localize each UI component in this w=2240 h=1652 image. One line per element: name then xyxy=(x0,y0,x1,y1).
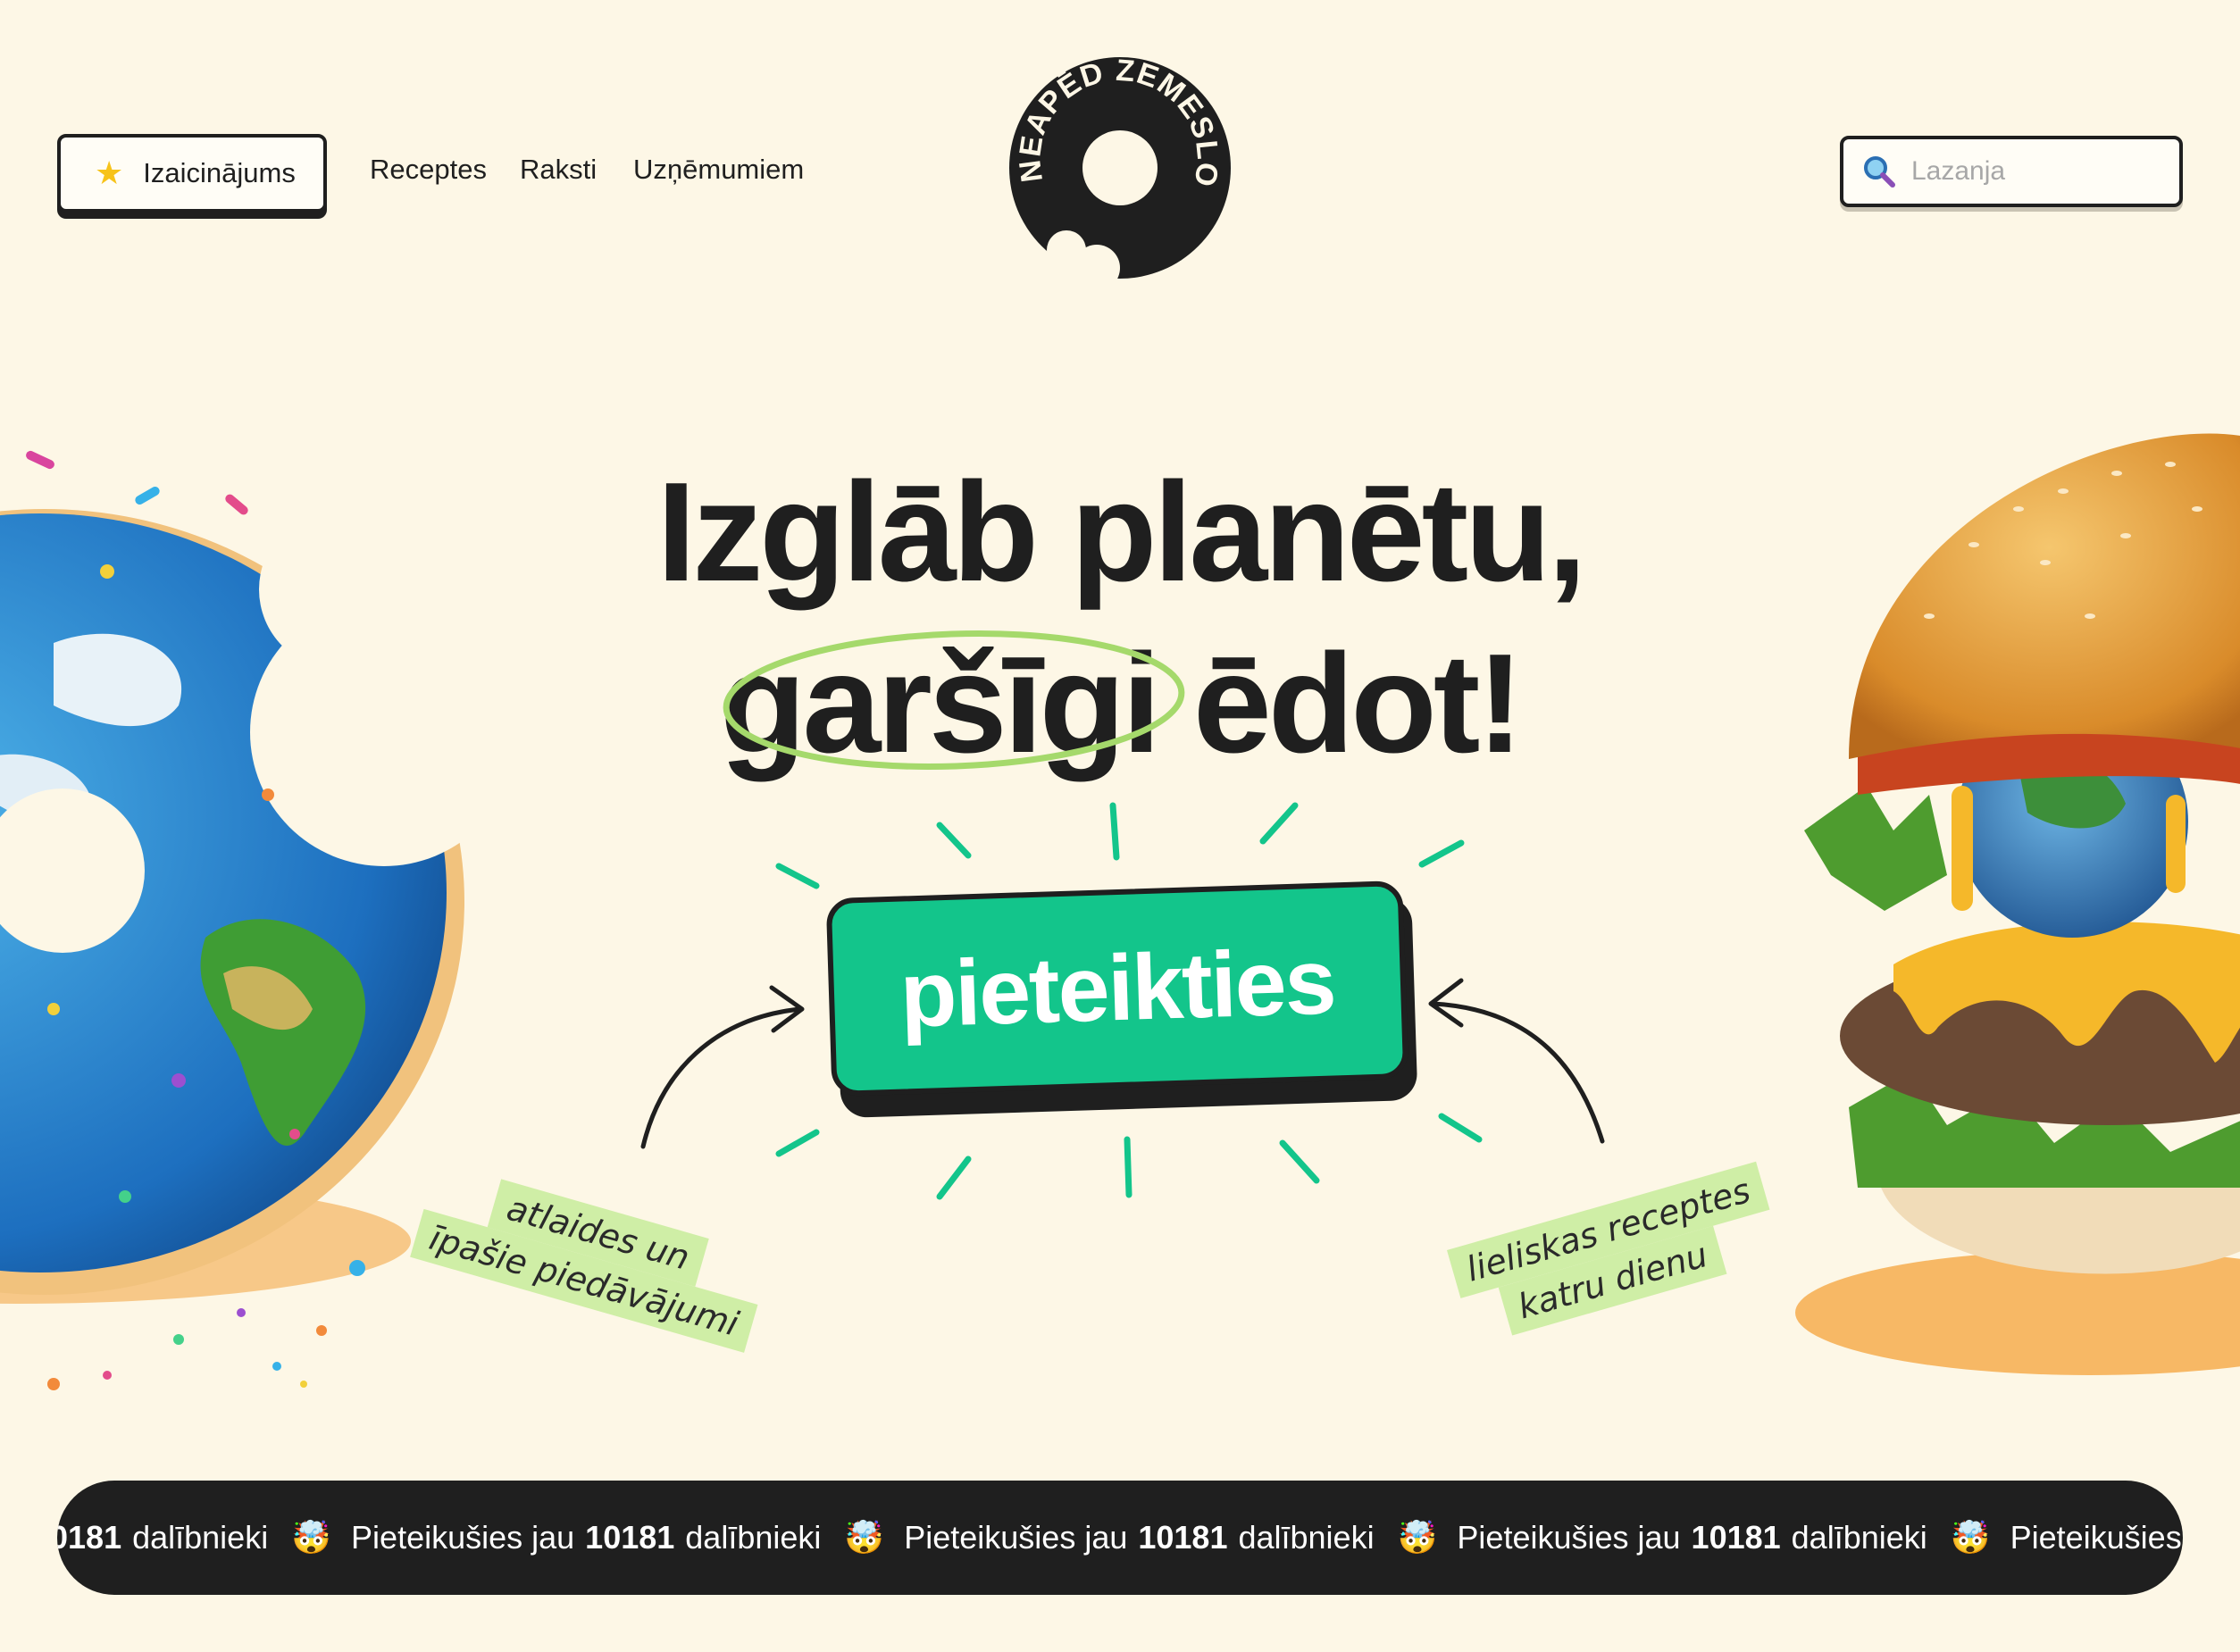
logo[interactable]: NEAPĒD ZEMESLODI! xyxy=(1007,55,1233,280)
exploding-head-icon: 🤯 xyxy=(1397,1519,1438,1556)
signup-cta-button[interactable]: pieteikties xyxy=(825,880,1409,1097)
exploding-head-icon: 🤯 xyxy=(1950,1519,1991,1556)
challenge-label: Izaicinājums xyxy=(143,157,296,188)
nav-link-receptes[interactable]: Receptes xyxy=(370,154,487,186)
star-icon: ★ xyxy=(95,154,124,191)
search-icon xyxy=(1864,156,1895,188)
highlight-ellipse xyxy=(723,630,1185,770)
participants-ticker: 0181 dalībnieki 🤯 Pieteikušies jau 10181 da… xyxy=(57,1481,2183,1595)
ticker-item: Pieteikušies jau 10181 dalībnieki 🤯 xyxy=(351,1519,885,1556)
hero-title-rest: ēdot! xyxy=(1158,625,1524,782)
exploding-head-icon: 🤯 xyxy=(844,1519,885,1556)
ticker-track: 0181 dalībnieki 🤯 Pieteikušies jau 10181 da… xyxy=(57,1481,2183,1595)
exploding-head-icon: 🤯 xyxy=(291,1519,332,1556)
nav-link-uznemumiem[interactable]: Uzņēmumiem xyxy=(633,154,804,186)
ticker-item: Pieteikušies jau 10181 dalībnieki 🤯 xyxy=(1457,1519,1991,1556)
search-input[interactable] xyxy=(1911,156,2161,187)
ticker-item: Pieteikušies jau xyxy=(2010,1519,2183,1556)
hero-title-line1: Izglāb planētu, xyxy=(656,454,1586,611)
ticker-item: Pieteikušies jau 10181 dalībnieki 🤯 xyxy=(904,1519,1438,1556)
search-box[interactable] xyxy=(1840,136,2183,207)
challenge-button[interactable]: ★ Izaicinājums xyxy=(57,134,327,213)
ticker-item: 0181 dalībnieki 🤯 xyxy=(57,1519,332,1556)
nav-link-raksti[interactable]: Raksti xyxy=(520,154,597,186)
